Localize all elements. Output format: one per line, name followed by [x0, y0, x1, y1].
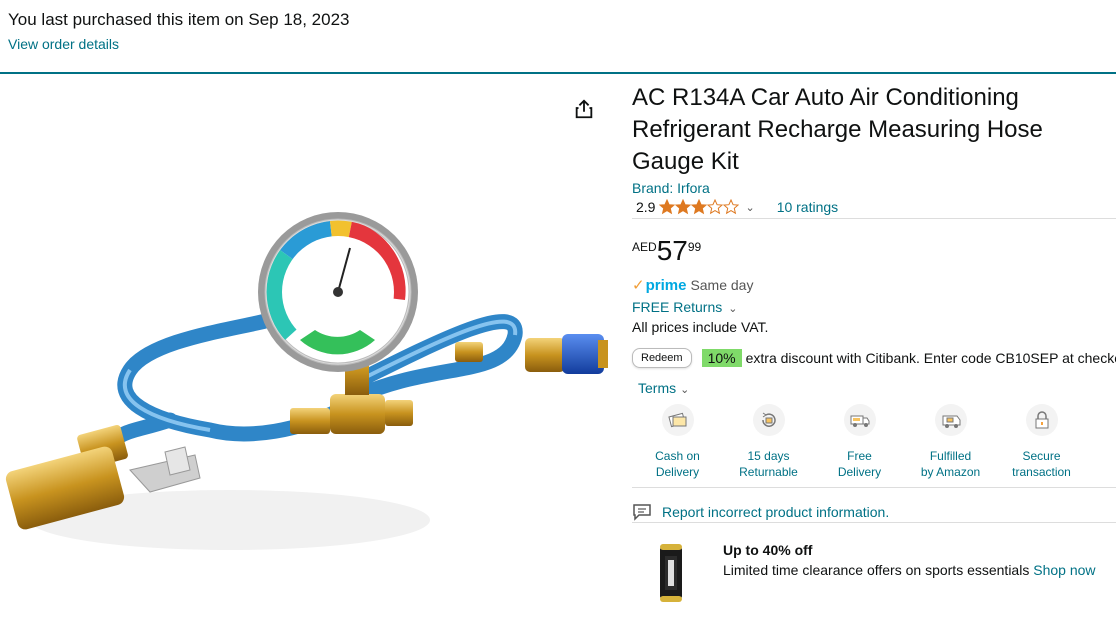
rating-row: 2.9 ⌄ 10 ratings	[636, 199, 838, 215]
divider	[632, 218, 1116, 219]
star-icon	[675, 199, 692, 215]
chevron-down-icon[interactable]: ⌄	[745, 201, 754, 214]
feature-secure-transaction[interactable]: Secure transaction	[996, 402, 1087, 480]
report-incorrect-info-link[interactable]: Report incorrect product information.	[662, 504, 889, 520]
lock-icon	[1025, 404, 1058, 436]
prime-logo: prime	[645, 276, 687, 294]
promo-banner[interactable]: Up to 40% off Limited time clearance off…	[656, 540, 1096, 606]
redeem-button[interactable]: Redeem	[632, 348, 692, 368]
chevron-down-icon: ⌄	[680, 384, 690, 396]
gauge-kit-illustration	[5, 212, 608, 550]
view-order-details-link[interactable]: View order details	[8, 36, 350, 52]
divider	[632, 522, 1116, 523]
purchase-banner: You last purchased this item on Sep 18, …	[8, 10, 350, 52]
chevron-down-icon: ⌄	[728, 303, 738, 315]
report-row[interactable]: Report incorrect product information.	[632, 503, 889, 521]
brand-link[interactable]: Brand: Irfora	[632, 180, 710, 196]
feature-label: Free Delivery	[837, 449, 882, 479]
prime-delivery-text: Same day	[690, 277, 754, 293]
terms-label: Terms	[638, 380, 677, 396]
star-icon	[659, 199, 676, 215]
feature-label: 15 days Returnable	[739, 449, 798, 479]
free-returns-dropdown[interactable]: FREE Returns ⌄	[632, 299, 737, 315]
box-truck-icon	[934, 404, 967, 436]
vat-note: All prices include VAT.	[632, 319, 769, 335]
promo-title: Up to 40% off	[723, 542, 813, 558]
price: AED 57 99	[632, 236, 701, 266]
cash-icon	[661, 404, 694, 436]
offer-row: Redeem 10% extra discount with Citibank.…	[632, 348, 1116, 368]
free-returns-label: FREE Returns	[632, 299, 723, 315]
product-title: AC R134A Car Auto Air Conditioning Refri…	[632, 84, 1043, 175]
product-image[interactable]	[0, 76, 610, 616]
purchase-info-text: You last purchased this item on Sep 18, …	[8, 10, 350, 29]
share-icon[interactable]	[573, 98, 595, 120]
return-icon	[752, 404, 785, 436]
prime-row: ✓ prime Same day	[632, 276, 754, 295]
feature-free-delivery[interactable]: Free Delivery	[814, 402, 905, 480]
price-fraction: 99	[687, 240, 702, 254]
feature-returnable[interactable]: 15 days Returnable	[723, 402, 814, 480]
divider	[632, 487, 1116, 488]
truck-icon	[843, 404, 876, 436]
prime-check-icon: ✓	[632, 277, 645, 294]
feature-icons: Cash on Delivery 15 days Returnable Free…	[632, 402, 1087, 480]
ratings-count-link[interactable]: 10 ratings	[777, 199, 838, 215]
discount-text: extra discount with Citibank. Enter code…	[745, 350, 1116, 366]
promo-description-text: Limited time clearance offers on sports …	[723, 562, 1030, 578]
star-icon	[707, 199, 724, 215]
price-whole: 57	[656, 235, 688, 266]
rating-value: 2.9	[636, 199, 656, 215]
star-rating[interactable]	[659, 199, 740, 215]
star-icon	[691, 199, 708, 215]
promo-product-image	[660, 544, 682, 602]
comment-icon	[633, 504, 651, 521]
feature-label: Cash on Delivery	[655, 449, 700, 479]
feature-cash-on-delivery[interactable]: Cash on Delivery	[632, 402, 723, 480]
terms-dropdown[interactable]: Terms ⌄	[638, 380, 689, 396]
price-currency: AED	[632, 240, 657, 254]
feature-fulfilled-by-amazon[interactable]: Fulfilled by Amazon	[905, 402, 996, 480]
discount-badge: 10%	[701, 349, 742, 367]
shop-now-link[interactable]: Shop now	[1033, 562, 1095, 578]
feature-label: Fulfilled by Amazon	[920, 449, 981, 479]
banner-divider	[0, 72, 1116, 74]
feature-label: Secure transaction	[1012, 449, 1071, 479]
promo-description: Limited time clearance offers on sports …	[723, 562, 1096, 578]
star-icon	[723, 199, 740, 215]
